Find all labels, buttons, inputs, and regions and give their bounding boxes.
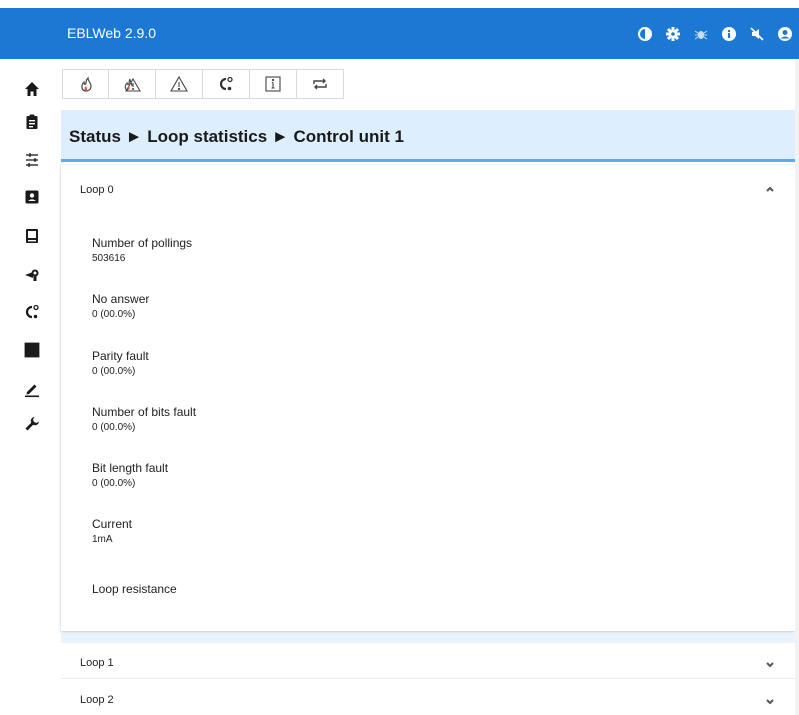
repeat-icon [313, 78, 327, 90]
breadcrumb-banner: Status ► Loop statistics ► Control unit … [61, 110, 795, 162]
loop-1-panel[interactable]: Loop 1 [61, 643, 795, 679]
stat-label: Number of pollings [92, 236, 193, 250]
header-actions [631, 8, 799, 59]
detector-icon[interactable] [20, 265, 44, 285]
fire-warning-icon [124, 77, 141, 92]
app-title: EBLWeb 2.9.0 [67, 25, 156, 41]
loop-1-title: Loop 1 [80, 657, 114, 669]
contact-card-icon[interactable] [20, 187, 44, 207]
breadcrumb: Status ► Loop statistics ► Control unit … [69, 127, 404, 146]
loop-icon[interactable] [20, 302, 44, 322]
fire-filter-button[interactable] [62, 69, 109, 99]
scrollbar[interactable] [795, 59, 799, 715]
stat-value: 0 (00.0%) [92, 309, 136, 320]
stat-label: Current [92, 517, 133, 531]
stat-value: 0 (00.0%) [92, 366, 136, 377]
contrast-icon[interactable] [631, 20, 659, 48]
loop-device-icon [219, 76, 233, 91]
loop-0-panel: Loop 0 Number of pollings 503616 No answ… [61, 165, 795, 631]
bug-icon[interactable] [687, 20, 715, 48]
event-filter-toolbar [62, 69, 344, 101]
settings-icon[interactable] [659, 20, 687, 48]
edit-icon[interactable] [20, 379, 44, 399]
stat-loop-resistance: Loop resistance [92, 582, 177, 599]
stat-value: 1mA [92, 534, 113, 545]
top-bar: EBLWeb 2.9.0 [0, 8, 799, 59]
loop-device-filter-button[interactable] [203, 69, 250, 99]
stat-label: Bit length fault [92, 461, 169, 475]
sliders-icon[interactable] [20, 150, 44, 170]
account-icon[interactable] [771, 20, 799, 48]
home-icon[interactable] [20, 79, 44, 99]
stat-label: Number of bits fault [92, 405, 197, 419]
loop-2-panel[interactable]: Loop 2 [61, 680, 795, 715]
panel-divider [61, 633, 795, 643]
clipboard-icon[interactable] [20, 112, 44, 132]
stat-value: 503616 [92, 253, 126, 264]
stat-label: Parity fault [92, 349, 149, 363]
info-box-icon [265, 76, 281, 92]
chevron-down-icon[interactable] [764, 694, 776, 706]
mute-icon[interactable] [743, 20, 771, 48]
stat-number-of-bits-fault: Number of bits fault 0 (00.0%) [92, 405, 196, 433]
stat-label: No answer [92, 292, 150, 306]
fire-warning-filter-button[interactable] [109, 69, 156, 99]
stat-value: 0 (00.0%) [92, 478, 136, 489]
loop-0-title: Loop 0 [80, 184, 114, 196]
io-module-icon[interactable] [20, 340, 44, 360]
stat-value: 0 (00.0%) [92, 422, 136, 433]
stat-no-answer: No answer 0 (00.0%) [92, 292, 149, 320]
repeat-filter-button[interactable] [297, 69, 344, 99]
app-root: EBLWeb 2.9.0 Status ► Loop statistics ► … [0, 0, 799, 715]
warning-filter-button[interactable] [156, 69, 203, 99]
loop-2-title: Loop 2 [80, 694, 114, 706]
wrench-icon[interactable] [20, 414, 44, 434]
warning-icon [170, 75, 188, 92]
info-filter-button[interactable] [250, 69, 297, 99]
loop-0-header[interactable]: Loop 0 [61, 165, 795, 211]
chevron-down-icon[interactable] [764, 657, 776, 669]
info-icon[interactable] [715, 20, 743, 48]
stat-label: Loop resistance [92, 582, 177, 596]
device-icon[interactable] [20, 226, 44, 246]
chevron-up-icon[interactable] [764, 182, 776, 194]
fire-icon [80, 76, 92, 92]
stat-current: Current 1mA [92, 517, 132, 545]
stat-parity-fault: Parity fault 0 (00.0%) [92, 349, 149, 377]
stat-number-of-pollings: Number of pollings 503616 [92, 236, 192, 264]
stat-bit-length-fault: Bit length fault 0 (00.0%) [92, 461, 168, 489]
side-navigation [0, 59, 61, 715]
